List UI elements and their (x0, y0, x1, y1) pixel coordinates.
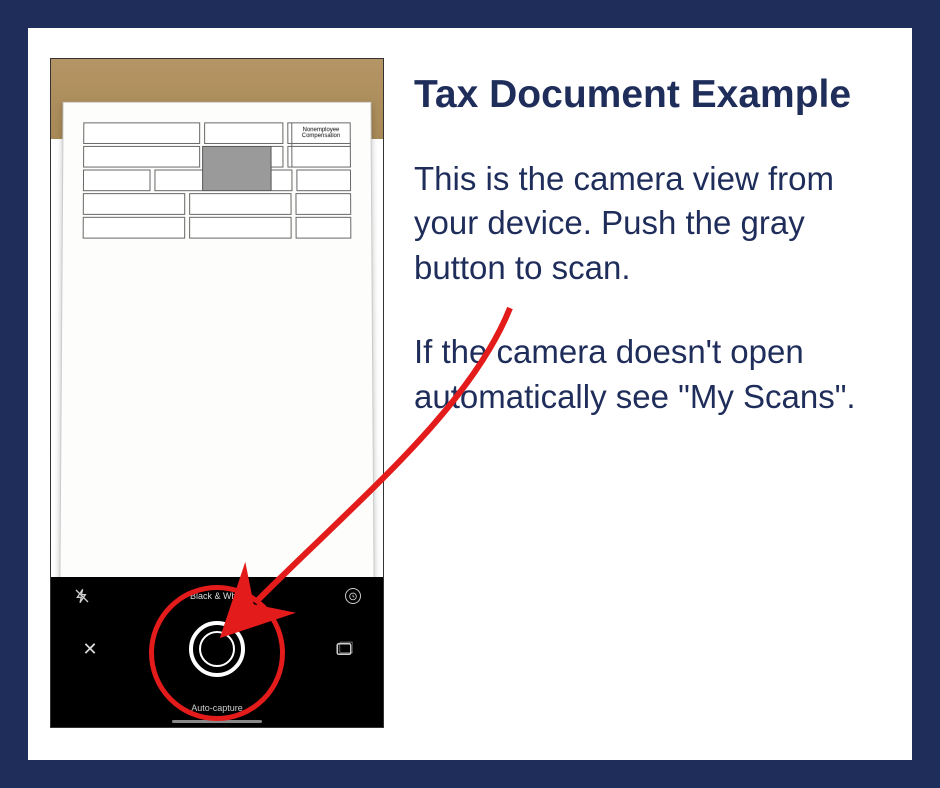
card-title: Tax Document Example (414, 72, 872, 119)
auto-capture-label[interactable]: Auto-capture (51, 703, 383, 713)
toolbar-mid-row: ✕ (51, 621, 383, 677)
camera-toolbar: Black & White ✕ Auto-c (51, 577, 383, 727)
tax-document-paper: Nonemployee Compensation (59, 102, 374, 600)
flash-off-icon[interactable] (73, 587, 91, 605)
text-column: Tax Document Example This is the camera … (414, 58, 872, 730)
toolbar-top-row: Black & White (51, 587, 383, 605)
gallery-icon[interactable] (335, 640, 353, 658)
shutter-inner (199, 631, 235, 667)
instruction-paragraph-1: This is the camera view from your device… (414, 157, 872, 291)
form-shaded-box (202, 146, 272, 191)
screenshot-column: Nonemployee Compensation Bla (50, 58, 384, 730)
phone-screenshot: Nonemployee Compensation Bla (50, 58, 384, 728)
close-icon[interactable]: ✕ (81, 640, 99, 658)
instruction-paragraph-2: If the camera doesn't open automatically… (414, 330, 872, 419)
home-indicator (172, 720, 262, 723)
form-title-box: Nonemployee Compensation (291, 122, 351, 167)
form-title-text: Nonemployee Compensation (302, 127, 340, 139)
instruction-card-frame: Nonemployee Compensation Bla (0, 0, 940, 788)
timer-icon[interactable] (345, 588, 361, 604)
shutter-button[interactable] (189, 621, 245, 677)
instruction-card: Nonemployee Compensation Bla (28, 28, 912, 760)
capture-mode-label[interactable]: Black & White (190, 591, 246, 601)
tax-form-layout: Nonemployee Compensation (83, 122, 352, 250)
